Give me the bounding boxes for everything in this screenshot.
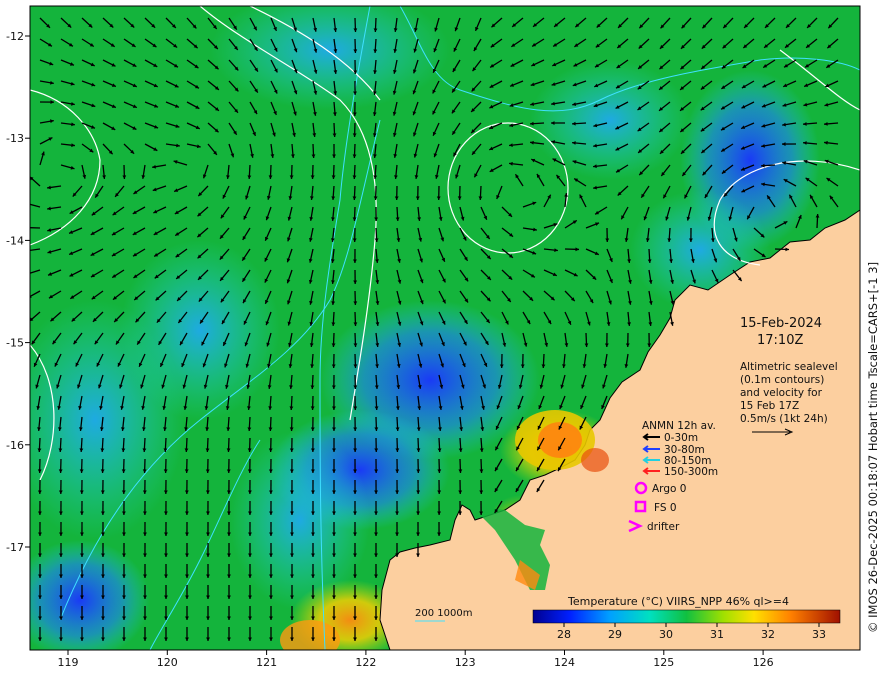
latitude-axis: -12 -13 -14 -15 -16 -17	[6, 30, 30, 554]
altimetry-line-4: 15 Feb 17Z	[740, 400, 799, 412]
colorbar-tick-label: 30	[659, 628, 673, 641]
colorbar-tick-label: 29	[608, 628, 622, 641]
velocity-arrow-head	[26, 249, 30, 253]
colorbar-tick-label: 32	[761, 628, 775, 641]
lon-tick-label: 124	[554, 656, 575, 669]
lon-tick-label: 119	[58, 656, 79, 669]
sea-temperature-map: 119 120 121 122 123 124 125 126 -12 -13 -14 -15 -16…	[6, 5, 880, 669]
lon-tick-label: 123	[455, 656, 476, 669]
date-label: 15-Feb-2024	[740, 316, 822, 331]
velocity-arrow-head	[26, 226, 30, 230]
credit-text: © IMOS 26-Dec-2025 00:18:07 Hobart time …	[866, 262, 880, 633]
lat-tick-label: -17	[6, 541, 24, 554]
legend-title: ANMN 12h av.	[642, 420, 716, 432]
colorbar-tick-label: 31	[710, 628, 724, 641]
lon-tick-label: 125	[653, 656, 674, 669]
longitude-axis: 119 120 121 122 123 124 125 126	[58, 650, 774, 669]
lon-tick-label: 126	[753, 656, 774, 669]
time-label: 17:10Z	[757, 333, 803, 348]
altimetry-line-2: (0.1m contours)	[740, 374, 824, 386]
lon-tick-label: 122	[355, 656, 376, 669]
altimetry-line-1: Altimetric sealevel	[740, 361, 838, 373]
svg-text:0-30m: 0-30m	[664, 432, 698, 444]
map-frame	[26, 6, 860, 650]
lat-tick-label: -15	[6, 337, 24, 350]
lon-tick-label: 120	[157, 656, 178, 669]
argo-label: Argo 0	[652, 483, 686, 495]
lat-tick-label: -14	[6, 234, 24, 247]
colorbar-gradient	[532, 609, 841, 624]
altimetry-line-3: and velocity for	[740, 387, 823, 399]
colorbar-tick-label: 33	[812, 628, 826, 641]
svg-text:150-300m: 150-300m	[664, 466, 718, 478]
lon-tick-label: 121	[256, 656, 277, 669]
lat-tick-label: -16	[6, 439, 24, 452]
altimetry-line-5: 0.5m/s (1kt 24h)	[740, 413, 828, 425]
fs-label: FS 0	[654, 502, 677, 514]
drifter-label: drifter	[647, 521, 680, 533]
colorbar-title: Temperature (°C) VIIRS_NPP 46% ql>=4	[567, 595, 789, 608]
colorbar-tick-label: 28	[557, 628, 571, 641]
lat-tick-label: -12	[6, 30, 24, 43]
lat-tick-label: -13	[6, 132, 24, 145]
bathymetry-label: 200 1000m	[415, 608, 472, 619]
